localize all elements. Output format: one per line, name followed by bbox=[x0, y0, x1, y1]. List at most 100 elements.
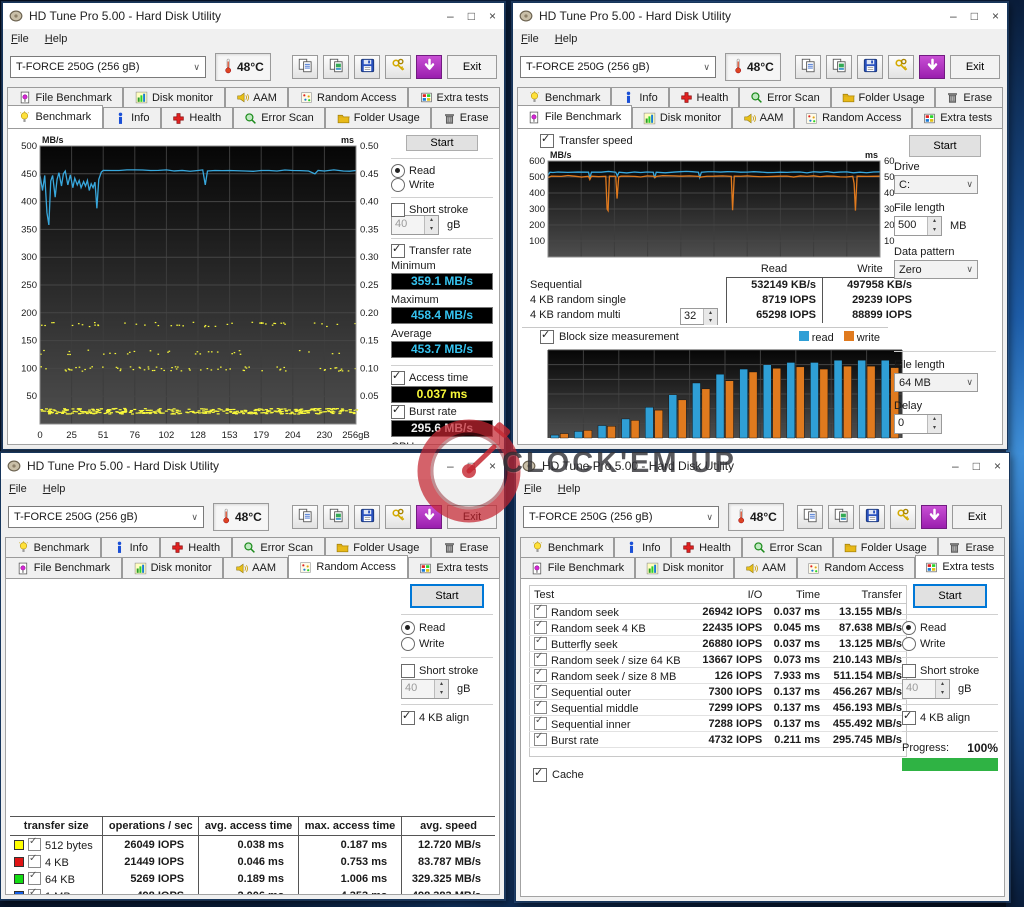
download-button[interactable] bbox=[921, 505, 947, 529]
stroke-size-stepper[interactable]: 40▴▾ bbox=[401, 679, 449, 699]
kb-align-checkbox[interactable] bbox=[902, 711, 916, 725]
read-radio[interactable] bbox=[902, 621, 916, 635]
tab-folder-usage[interactable]: Folder Usage bbox=[833, 537, 938, 557]
tab-benchmark[interactable]: Benchmark bbox=[5, 537, 101, 557]
read-radio[interactable] bbox=[401, 621, 415, 635]
close-button[interactable]: × bbox=[489, 460, 496, 472]
row-checkbox[interactable] bbox=[534, 653, 547, 666]
row-checkbox[interactable] bbox=[534, 637, 547, 650]
data-pattern-select[interactable]: Zero∨ bbox=[894, 260, 978, 279]
copy-text-button[interactable] bbox=[795, 55, 821, 79]
tab-health[interactable]: Health bbox=[671, 537, 741, 557]
device-select[interactable]: T-FORCE 250G (256 gB)∨ bbox=[520, 56, 716, 78]
tab-disk-monitor[interactable]: Disk monitor bbox=[122, 557, 224, 578]
maximize-button[interactable]: □ bbox=[468, 10, 475, 22]
close-button[interactable]: × bbox=[489, 10, 496, 22]
minimize-button[interactable]: – bbox=[952, 460, 959, 472]
tab-info[interactable]: Info bbox=[614, 537, 671, 557]
menu-file[interactable]: File bbox=[9, 483, 27, 495]
tab-error-scan[interactable]: Error Scan bbox=[742, 537, 833, 557]
exit-button[interactable]: Exit bbox=[952, 505, 1002, 529]
short-stroke-checkbox[interactable] bbox=[401, 664, 415, 678]
exit-button[interactable]: Exit bbox=[447, 505, 497, 529]
write-radio[interactable] bbox=[391, 178, 405, 192]
short-stroke-checkbox[interactable] bbox=[902, 664, 916, 678]
drive-select[interactable]: C:∨ bbox=[894, 175, 978, 194]
tab-info[interactable]: Info bbox=[611, 87, 668, 107]
block-size-checkbox[interactable] bbox=[540, 330, 554, 344]
save-button[interactable] bbox=[354, 55, 380, 79]
tab-random-access[interactable]: Random Access bbox=[794, 107, 912, 128]
menu-help[interactable]: Help bbox=[43, 483, 66, 495]
tab-info[interactable]: Info bbox=[101, 537, 160, 557]
tab-random-access[interactable]: Random Access bbox=[288, 87, 408, 107]
row-checkbox[interactable] bbox=[28, 838, 41, 851]
transfer-speed-checkbox[interactable] bbox=[540, 134, 554, 148]
close-button[interactable]: × bbox=[994, 460, 1001, 472]
copy-image-button[interactable] bbox=[323, 55, 349, 79]
tab-folder-usage[interactable]: Folder Usage bbox=[831, 87, 936, 107]
tab-benchmark[interactable]: Benchmark bbox=[517, 87, 611, 107]
row-checkbox[interactable] bbox=[28, 855, 41, 868]
tab-aam[interactable]: AAM bbox=[734, 557, 796, 578]
menu-file[interactable]: File bbox=[521, 33, 539, 45]
row-checkbox[interactable] bbox=[534, 717, 547, 730]
tab-erase[interactable]: Erase bbox=[935, 87, 1003, 107]
tab-erase[interactable]: Erase bbox=[938, 537, 1005, 557]
tab-file-benchmark[interactable]: File Benchmark bbox=[520, 557, 635, 578]
tab-erase[interactable]: Erase bbox=[431, 537, 500, 557]
maximize-button[interactable]: □ bbox=[468, 460, 475, 472]
menu-help[interactable]: Help bbox=[558, 483, 581, 495]
tab-disk-monitor[interactable]: Disk monitor bbox=[632, 107, 732, 128]
tab-aam[interactable]: AAM bbox=[732, 107, 794, 128]
stroke-size-stepper[interactable]: 40▴▾ bbox=[391, 215, 439, 235]
copy-image-button[interactable] bbox=[826, 55, 852, 79]
tab-health[interactable]: Health bbox=[160, 537, 232, 557]
tab-extra-tests[interactable]: Extra tests bbox=[912, 107, 1003, 128]
file-length2-select[interactable]: 64 MB∨ bbox=[894, 373, 978, 392]
device-select[interactable]: T-FORCE 250G (256 gB)∨ bbox=[523, 506, 719, 528]
tab-health[interactable]: Health bbox=[669, 87, 740, 107]
menu-file[interactable]: File bbox=[11, 33, 29, 45]
row-checkbox[interactable] bbox=[534, 685, 547, 698]
cache-checkbox[interactable] bbox=[533, 768, 547, 782]
tab-folder-usage[interactable]: Folder Usage bbox=[325, 107, 431, 128]
tab-random-access[interactable]: Random Access bbox=[797, 557, 915, 578]
delay-stepper[interactable]: 0▴▾ bbox=[894, 414, 942, 434]
download-button[interactable] bbox=[416, 505, 442, 529]
tab-error-scan[interactable]: Error Scan bbox=[232, 537, 325, 557]
row-checkbox[interactable] bbox=[28, 889, 41, 896]
transfer-rate-checkbox[interactable] bbox=[391, 244, 405, 258]
tab-extra-tests[interactable]: Extra tests bbox=[915, 555, 1005, 578]
thread-count-stepper[interactable]: 32▴▾ bbox=[680, 308, 718, 325]
device-select[interactable]: T-FORCE 250G (256 gB)∨ bbox=[8, 506, 204, 528]
burst-rate-checkbox[interactable] bbox=[391, 405, 405, 419]
row-checkbox[interactable] bbox=[28, 872, 41, 885]
tab-file-benchmark[interactable]: File Benchmark bbox=[517, 105, 632, 128]
keys-button[interactable] bbox=[385, 55, 411, 79]
tab-benchmark[interactable]: Benchmark bbox=[7, 105, 103, 128]
copy-text-button[interactable] bbox=[292, 505, 318, 529]
access-time-checkbox[interactable] bbox=[391, 371, 405, 385]
menu-help[interactable]: Help bbox=[555, 33, 578, 45]
save-button[interactable] bbox=[354, 505, 380, 529]
tab-aam[interactable]: AAM bbox=[225, 87, 289, 107]
tab-extra-tests[interactable]: Extra tests bbox=[408, 87, 500, 107]
tab-file-benchmark[interactable]: File Benchmark bbox=[7, 87, 123, 107]
tab-aam[interactable]: AAM bbox=[223, 557, 287, 578]
kb-align-checkbox[interactable] bbox=[401, 711, 415, 725]
row-checkbox[interactable] bbox=[534, 605, 547, 618]
close-button[interactable]: × bbox=[992, 10, 999, 22]
copy-text-button[interactable] bbox=[797, 505, 823, 529]
start-button[interactable]: Start bbox=[909, 135, 981, 157]
exit-button[interactable]: Exit bbox=[447, 55, 497, 79]
row-checkbox[interactable] bbox=[534, 621, 547, 634]
device-select[interactable]: T-FORCE 250G (256 gB)∨ bbox=[10, 56, 206, 78]
download-button[interactable] bbox=[416, 55, 442, 79]
stroke-size-stepper[interactable]: 40▴▾ bbox=[902, 679, 950, 699]
keys-button[interactable] bbox=[888, 55, 914, 79]
row-checkbox[interactable] bbox=[534, 733, 547, 746]
tab-disk-monitor[interactable]: Disk monitor bbox=[635, 557, 735, 578]
keys-button[interactable] bbox=[890, 505, 916, 529]
row-checkbox[interactable] bbox=[534, 701, 547, 714]
